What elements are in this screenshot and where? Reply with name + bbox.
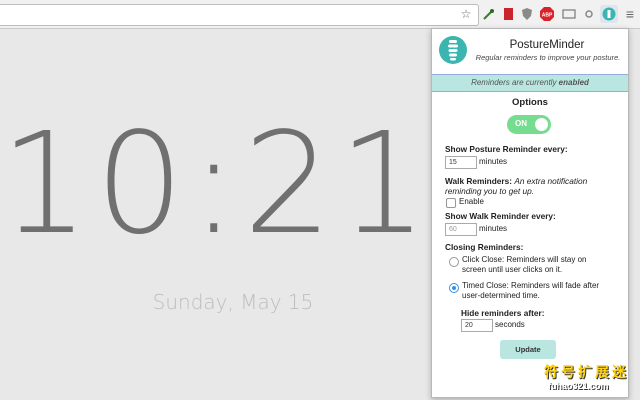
walk-interval-unit: minutes [479,224,508,233]
status-banner: Reminders are currently enabled [432,74,628,92]
watermark-url: fuhao321.com [548,381,609,391]
posture-interval-unit: minutes [479,157,508,166]
adblock-icon[interactable]: ABP [539,6,555,22]
toggle-label: ON [515,119,527,128]
walk-interval-label: Show Walk Reminder every: [445,211,556,221]
reminders-toggle[interactable]: ON [507,115,551,134]
hide-after-unit: seconds [495,320,525,329]
eyedropper-icon[interactable] [480,6,496,22]
address-bar[interactable] [0,4,479,26]
posture-interval-label: Show Posture Reminder every: [445,144,568,154]
timed-close-radio[interactable] [449,283,459,293]
status-prefix: Reminders are currently [471,78,559,87]
clock-date: Sunday, May 15 [152,290,314,314]
star-icon[interactable]: ☆ [458,6,474,22]
screen-icon[interactable] [561,6,577,22]
bookmark-red-icon[interactable] [500,6,516,22]
adblock-label: ABP [542,13,553,19]
hide-after-label: Hide reminders after: [461,308,545,318]
click-close-radio[interactable] [449,257,459,267]
popup-title: PostureMinder [509,39,585,51]
gear-icon[interactable] [581,6,597,22]
walk-enable-checkbox[interactable] [446,198,456,208]
toggle-knob [535,118,548,131]
status-value: enabled [558,78,589,87]
postureminder-popup: PostureMinder Regular reminders to impro… [431,28,629,398]
postureminder-icon[interactable] [600,5,618,23]
hide-after-input[interactable]: 20 [461,319,493,332]
options-heading: Options [512,97,548,108]
shield-icon[interactable] [519,6,535,22]
update-button[interactable]: Update [500,340,556,359]
walk-reminders-label: Walk Reminders: An extra notification re… [445,176,588,196]
walk-enable-label: Enable [459,197,484,206]
clock-time: 10:21 [0,103,434,266]
posture-interval-input[interactable]: 15 [445,156,477,169]
watermark-text: 符号扩展迷 [544,364,629,380]
click-close-label: Click Close: Reminders will stay on scre… [462,255,587,274]
walk-interval-input[interactable]: 60 [445,223,477,236]
menu-icon[interactable]: ≡ [622,6,638,22]
popup-subtitle: Regular reminders to improve your postur… [475,53,621,62]
timed-close-label: Timed Close: Reminders will fade after u… [462,281,600,300]
spine-logo-icon [439,36,467,64]
closing-reminders-label: Closing Reminders: [445,242,524,252]
browser-toolbar: ☆ ABP ≡ [0,0,640,29]
